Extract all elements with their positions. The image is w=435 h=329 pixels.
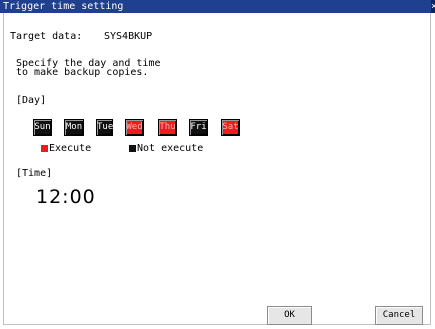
day-heading: [Day] bbox=[16, 95, 47, 106]
target-value: SYS4BKUP bbox=[104, 31, 153, 42]
cancel-button[interactable]: Cancel bbox=[375, 306, 423, 325]
time-heading: [Time] bbox=[16, 168, 53, 179]
legend-execute-swatch bbox=[41, 145, 48, 152]
target-label: Target data: bbox=[10, 31, 83, 42]
close-icon[interactable]: × bbox=[431, 0, 435, 13]
window-title: Trigger time setting bbox=[3, 1, 124, 12]
legend-execute-label: Execute bbox=[49, 143, 92, 154]
title-bar: Trigger time setting × bbox=[0, 0, 435, 13]
day-button-tue[interactable]: Tue bbox=[96, 119, 113, 136]
day-button-thu[interactable]: Thu bbox=[158, 119, 177, 136]
time-value[interactable]: 12:00 bbox=[36, 186, 96, 208]
ok-button[interactable]: OK bbox=[267, 306, 312, 325]
day-button-fri[interactable]: Fri bbox=[189, 119, 208, 136]
legend-not-execute-swatch bbox=[129, 145, 136, 152]
day-button-sun[interactable]: Sun bbox=[33, 119, 52, 136]
day-button-sat[interactable]: Sat bbox=[221, 119, 240, 136]
day-button-mon[interactable]: Mon bbox=[64, 119, 84, 136]
legend-not-execute-label: Not execute bbox=[137, 143, 204, 154]
instruction-line-2: to make backup copies. bbox=[16, 67, 149, 78]
day-button-wed[interactable]: Wed bbox=[125, 119, 144, 136]
